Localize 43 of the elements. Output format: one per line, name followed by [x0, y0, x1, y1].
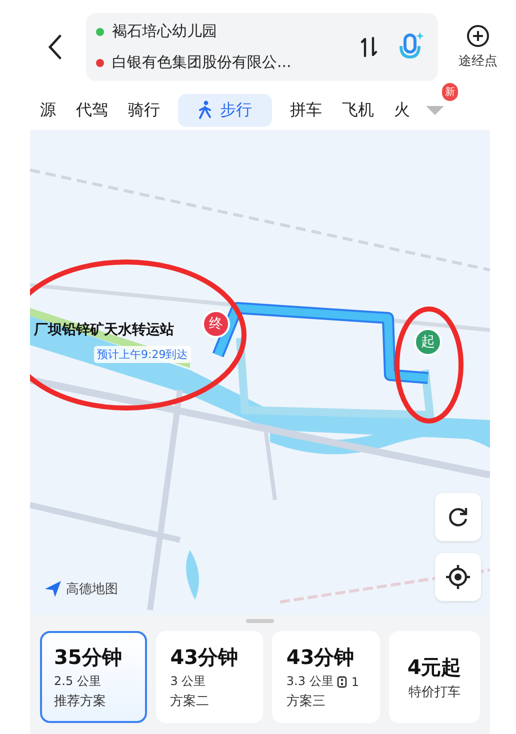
add-icon [466, 24, 490, 48]
travel-mode-tab[interactable]: 拼车 [280, 94, 332, 126]
swap-icon[interactable] [360, 36, 378, 58]
origin-field[interactable]: 褐石培心幼儿园 [112, 22, 217, 41]
back-icon [47, 34, 63, 60]
walking-person-icon [198, 100, 212, 120]
destination-dot-icon [96, 58, 104, 66]
plan-name: 方案二 [170, 693, 210, 710]
travel-mode-tab[interactable]: 步行 [178, 94, 272, 126]
plan-distance: 3.3 公里 [286, 673, 334, 690]
map-logo-icon [44, 580, 62, 598]
refresh-icon [446, 505, 470, 529]
locate-button[interactable] [435, 553, 481, 601]
plan-name: 推荐方案 [54, 693, 106, 710]
locate-icon [445, 564, 471, 590]
plan-time: 35分钟 [54, 644, 122, 671]
travel-mode-tab[interactable]: 源 [30, 94, 66, 126]
route-plan-card[interactable]: 43分钟 3 公里 方案二 [156, 631, 264, 723]
plan-distance: 2.5 公里 [54, 673, 101, 690]
traffic-light-count: 1 [351, 674, 359, 688]
plan-distance: 3 公里 [170, 673, 206, 690]
travel-mode-tab[interactable]: 飞机 [332, 94, 384, 126]
destination-label: 厂坝铅锌矿天水转运站 [34, 321, 174, 339]
plan-name: 方案三 [286, 693, 326, 710]
travel-mode-tab[interactable]: 骑行 [118, 94, 170, 126]
refresh-button[interactable] [435, 493, 481, 541]
map-logo-text: 高德地图 [66, 581, 118, 598]
origin-dot-icon [96, 28, 104, 36]
add-waypoint-button[interactable]: 途经点 [454, 24, 502, 70]
destination-field[interactable]: 白银有色集团股份有限公... [112, 53, 292, 72]
route-plan-card[interactable]: 4元起 特价打车 [388, 631, 480, 723]
arrival-time-label: 预计上午9:29到达 [94, 346, 191, 363]
plan-name: 特价打车 [408, 684, 460, 700]
dropdown-icon [424, 103, 446, 117]
plan-time: 43分钟 [170, 644, 238, 671]
traffic-light-icon [336, 676, 348, 688]
travel-mode-tab[interactable]: 代驾 [66, 94, 118, 126]
route-plan-card[interactable]: 35分钟 2.5 公里 推荐方案 [40, 631, 148, 723]
new-badge: 新 [442, 83, 458, 101]
plan-time: 4元起 [407, 654, 462, 680]
travel-mode-tab[interactable]: 火 [384, 94, 420, 126]
plan-time: 43分钟 [286, 644, 354, 671]
route-plan-card[interactable]: 43分钟 3.3 公里 1 方案三 [272, 631, 380, 723]
